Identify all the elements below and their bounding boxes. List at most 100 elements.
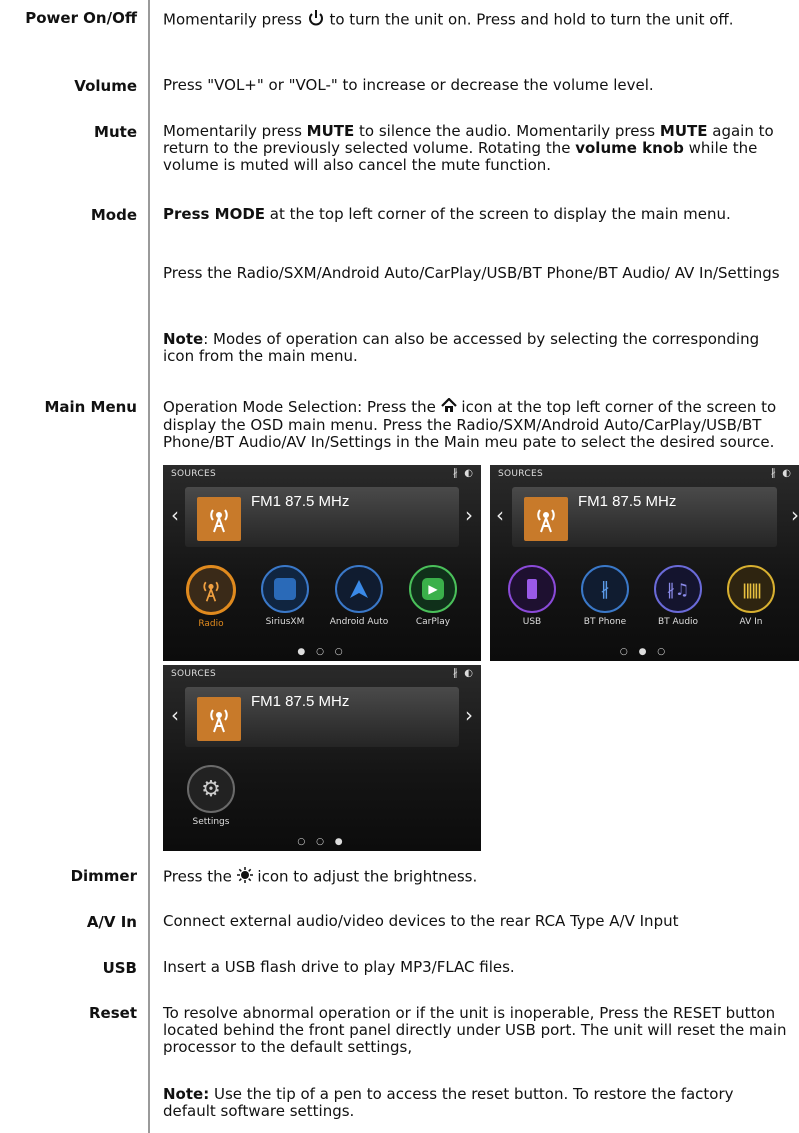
tile-bt-audio[interactable]: ∦♫ BT Audio (646, 565, 710, 627)
radio-icon (197, 697, 241, 741)
next-arrow[interactable]: › (465, 703, 473, 727)
tile-label: BT Audio (657, 617, 699, 627)
tile-label: Settings (192, 817, 230, 827)
android-auto-icon (335, 565, 383, 613)
desc-power-a: Momentarily press (163, 10, 307, 29)
sources-screen-page3: SOURCES ∦ ◐ ‹ › FM1 87.5 MHz ⚙ Settings … (163, 665, 481, 851)
next-arrow[interactable]: › (465, 503, 473, 527)
radio-icon (186, 565, 236, 615)
desc-mute: Momentarily press MUTE to silence the au… (163, 123, 788, 174)
prev-arrow[interactable]: ‹ (171, 703, 179, 727)
carplay-icon: ▶ (409, 565, 457, 613)
mute-t2: to silence the audio. Momentarily press (354, 122, 660, 140)
status-icons: ∦ ◐ (453, 468, 473, 479)
label-power: Power On/Off (25, 9, 137, 27)
bluetooth-icon: ∦ (452, 668, 458, 679)
settings-icon: ⚙ (187, 765, 235, 813)
mode-note-t: : Modes of operation can also be accesse… (163, 330, 760, 365)
label-dimmer: Dimmer (70, 867, 137, 885)
dimmer-icon (236, 867, 253, 887)
tile-bt-phone[interactable]: ∦ BT Phone (573, 565, 637, 627)
bt-phone-icon: ∦ (581, 565, 629, 613)
power-icon (307, 9, 325, 31)
label-mode: Mode (90, 206, 137, 224)
status-icons: ∦ ◐ (453, 668, 473, 679)
mute-b3: volume knob (575, 139, 684, 157)
siriusxm-icon (261, 565, 309, 613)
desc-main-menu: Operation Mode Selection: Press the icon… (163, 397, 788, 451)
desc-power: Momentarily press to turn the unit on. P… (163, 9, 788, 31)
tile-label: Android Auto (329, 617, 389, 627)
tile-label: BT Phone (583, 617, 627, 627)
mode-t1: at the top left corner of the screen to … (265, 205, 731, 223)
radio-icon (524, 497, 568, 541)
dimmer-icon: ◐ (464, 668, 473, 679)
screen-header: SOURCES (171, 669, 216, 679)
station-text: FM1 87.5 MHz (578, 493, 677, 510)
tile-label: USB (522, 617, 542, 627)
dimmer-t1: Press the (163, 867, 237, 886)
desc-reset-note: Note: Use the tip of a pen to access the… (163, 1086, 788, 1120)
mute-b2: MUTE (659, 122, 708, 140)
usb-icon (508, 565, 556, 613)
tile-usb[interactable]: USB (500, 565, 564, 627)
av-in-icon: ǁǁǁ (727, 565, 775, 613)
mute-b1: MUTE (306, 122, 355, 140)
desc-reset: To resolve abnormal operation or if the … (163, 1004, 787, 1056)
tile-label: CarPlay (415, 617, 451, 627)
now-playing-bar: FM1 87.5 MHz (512, 487, 777, 547)
label-usb: USB (102, 959, 137, 977)
radio-icon (197, 497, 241, 541)
desc-volume: Press "VOL+" or "VOL-" to increase or de… (163, 76, 654, 94)
vertical-divider (148, 0, 150, 1133)
desc-mode-p2: Press the Radio/SXM/Android Auto/CarPlay… (163, 264, 780, 282)
status-icons: ∦ ◐ (771, 468, 791, 479)
tile-radio[interactable]: Radio (179, 565, 243, 629)
tile-settings[interactable]: ⚙ Settings (179, 765, 243, 827)
desc-mode: Press MODE at the top left corner of the… (163, 206, 788, 223)
dimmer-icon: ◐ (464, 468, 473, 479)
home-icon (440, 397, 457, 417)
bluetooth-icon: ∦ (452, 468, 458, 479)
reset-note-t: Use the tip of a pen to access the reset… (163, 1085, 734, 1120)
page-dots: ○ ○ ● (297, 837, 347, 847)
main-menu-t1: Operation Mode Selection: Press the (163, 398, 441, 416)
reset-note-b: Note: (163, 1085, 210, 1103)
tile-carplay[interactable]: ▶ CarPlay (401, 565, 465, 627)
label-volume: Volume (74, 77, 137, 95)
now-playing-bar: FM1 87.5 MHz (185, 687, 459, 747)
tile-label: SiriusXM (265, 617, 305, 627)
next-arrow[interactable]: › (791, 503, 799, 527)
mode-note-b: Note (163, 330, 204, 348)
page-dots: ○ ● ○ (619, 647, 670, 657)
desc-usb: Insert a USB flash drive to play MP3/FLA… (163, 958, 515, 976)
sources-screen-page2: SOURCES ∦ ◐ ‹ › FM1 87.5 MHz USB ∦ BT Ph… (490, 465, 799, 661)
dimmer-icon: ◐ (782, 468, 791, 479)
tile-av-in[interactable]: ǁǁǁ AV In (719, 565, 783, 627)
mode-b1: Press MODE (163, 205, 266, 223)
bt-audio-icon: ∦♫ (654, 565, 702, 613)
desc-av-in: Connect external audio/video devices to … (163, 912, 679, 930)
label-av-in: A/V In (86, 913, 137, 931)
station-text: FM1 87.5 MHz (251, 493, 350, 510)
tile-label: Radio (198, 619, 224, 629)
mute-t1: Momentarily press (163, 122, 307, 140)
prev-arrow[interactable]: ‹ (171, 503, 179, 527)
now-playing-bar: FM1 87.5 MHz (185, 487, 459, 547)
station-text: FM1 87.5 MHz (251, 693, 350, 710)
desc-power-b: to turn the unit on. Press and hold to t… (324, 10, 734, 29)
desc-mode-note: Note: Modes of operation can also be acc… (163, 331, 788, 365)
screen-header: SOURCES (498, 469, 543, 479)
tile-label: AV In (739, 617, 763, 627)
label-main-menu: Main Menu (44, 398, 137, 416)
screen-header: SOURCES (171, 469, 216, 479)
sources-screen-page1: SOURCES ∦ ◐ ‹ › FM1 87.5 MHz Radio Siriu… (163, 465, 481, 661)
page-dots: ● ○ ○ (297, 647, 347, 657)
desc-dimmer: Press the icon to adjust the brightness. (163, 867, 788, 887)
tile-android-auto[interactable]: Android Auto (327, 565, 391, 627)
tile-siriusxm[interactable]: SiriusXM (253, 565, 317, 627)
label-mute: Mute (94, 123, 137, 141)
label-reset: Reset (89, 1004, 137, 1022)
prev-arrow[interactable]: ‹ (496, 503, 504, 527)
dimmer-t2: icon to adjust the brightness. (252, 867, 478, 886)
